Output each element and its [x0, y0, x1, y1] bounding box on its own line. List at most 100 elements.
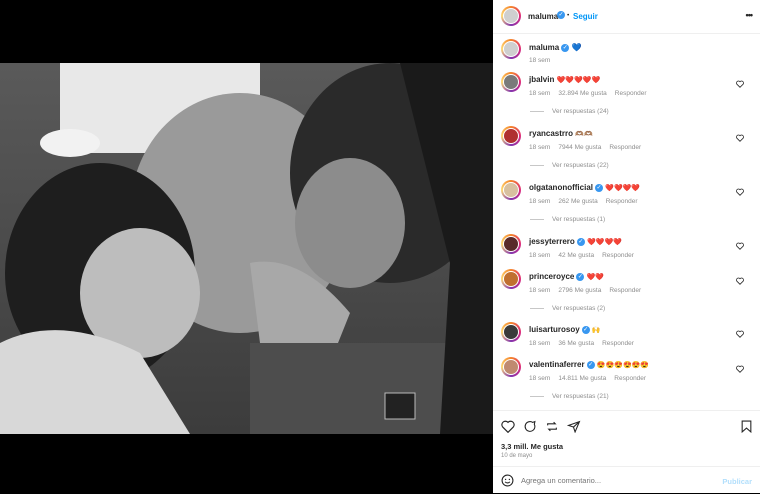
- publish-button[interactable]: Publicar: [722, 477, 752, 486]
- verified-badge-icon: ✓: [581, 325, 590, 334]
- comment-meta: 18 sem 262 Me gusta Responder: [529, 198, 646, 205]
- comment-body: ❤️❤️: [586, 274, 605, 281]
- repost-icon[interactable]: [545, 420, 559, 433]
- comment-likes[interactable]: 7944 Me gusta: [558, 144, 601, 151]
- reply-button[interactable]: Responder: [606, 198, 638, 205]
- reply-button[interactable]: Responder: [609, 144, 641, 151]
- post-side-panel: maluma ✓ • Seguir ••• maluma ✓ 💙 18 sem j…: [493, 0, 760, 493]
- caption-username[interactable]: maluma: [529, 43, 559, 52]
- dot-separator: •: [567, 12, 570, 19]
- comment-text: luisarturosoy ✓ 🙌: [529, 325, 601, 334]
- caption-emoji: 💙: [571, 43, 582, 52]
- comment-text: jessyterrero ✓ ❤️❤️❤️❤️: [529, 237, 622, 246]
- comment-likes[interactable]: 262 Me gusta: [558, 198, 597, 205]
- author-avatar[interactable]: [501, 6, 521, 26]
- comment-body: ❤️❤️❤️❤️❤️: [556, 77, 601, 84]
- comment-text: jbalvin ❤️❤️❤️❤️❤️: [529, 75, 600, 84]
- follow-button[interactable]: Seguir: [573, 12, 598, 21]
- photo-illustration: [0, 63, 493, 434]
- view-replies-button[interactable]: Ver respuestas (21): [530, 393, 609, 400]
- comment-like-heart-icon[interactable]: [736, 277, 744, 285]
- comment-likes[interactable]: 42 Me gusta: [558, 252, 594, 259]
- comment-meta: 18 sem 14.811 Me gusta Responder: [529, 375, 654, 382]
- comment-time: 18 sem: [529, 198, 551, 205]
- comment-input[interactable]: [521, 474, 701, 487]
- comment-body: ❤️❤️❤️❤️: [605, 185, 641, 192]
- commenter-username[interactable]: jbalvin: [529, 75, 554, 84]
- comment-like-heart-icon[interactable]: [736, 80, 744, 88]
- comment-likes[interactable]: 14.811 Me gusta: [558, 375, 606, 382]
- comment-meta: 18 sem 32.894 Me gusta Responder: [529, 90, 655, 97]
- commenter-username[interactable]: princeroyce: [529, 272, 574, 281]
- reply-button[interactable]: Responder: [602, 252, 634, 259]
- commenter-username[interactable]: valentinaferrer: [529, 360, 585, 369]
- author-username[interactable]: maluma: [528, 12, 558, 21]
- comment-text: valentinaferrer ✓ 😍😍😍😍😍😍: [529, 360, 649, 369]
- view-replies-button[interactable]: Ver respuestas (24): [530, 108, 609, 115]
- comment-likes[interactable]: 36 Me gusta: [558, 340, 594, 347]
- comment-like-heart-icon[interactable]: [736, 365, 744, 373]
- comment-body: 🙌: [591, 327, 601, 334]
- reply-button[interactable]: Responder: [602, 340, 634, 347]
- comment-bubble-icon[interactable]: [523, 420, 537, 433]
- commenter-avatar[interactable]: [501, 180, 521, 200]
- commenter-avatar[interactable]: [501, 126, 521, 146]
- verified-badge-icon: ✓: [595, 183, 603, 192]
- comment-time: 18 sem: [529, 340, 551, 347]
- post-header: maluma ✓ • Seguir •••: [493, 0, 760, 34]
- add-comment-bar: Publicar: [493, 466, 760, 494]
- caption-avatar[interactable]: [501, 39, 521, 59]
- comment-meta: 18 sem 7944 Me gusta Responder: [529, 144, 649, 151]
- commenter-username[interactable]: olgatanonofficial: [529, 183, 593, 192]
- comment-like-heart-icon[interactable]: [736, 242, 744, 250]
- comment-body: ❤️❤️❤️❤️: [587, 239, 622, 246]
- save-bookmark-icon[interactable]: [741, 420, 752, 433]
- comment-body: 😍😍😍😍😍😍: [596, 362, 650, 369]
- verified-badge-icon: ✓: [586, 360, 595, 369]
- caption-text: maluma ✓ 💙: [529, 43, 581, 52]
- commenter-username[interactable]: ryancastrro: [529, 129, 573, 138]
- comment-time: 18 sem: [529, 375, 551, 382]
- verified-badge-icon: ✓: [557, 11, 565, 19]
- comment-like-heart-icon[interactable]: [736, 330, 744, 338]
- view-replies-button[interactable]: Ver respuestas (22): [530, 162, 609, 169]
- reply-button[interactable]: Responder: [615, 90, 647, 97]
- commenter-username[interactable]: jessyterrero: [529, 237, 575, 246]
- reply-button[interactable]: Responder: [614, 375, 646, 382]
- caption-time: 18 sem: [529, 57, 551, 64]
- comment-like-heart-icon[interactable]: [736, 134, 744, 142]
- post-actions: 3,3 mill. Me gusta 10 de mayo: [493, 410, 760, 466]
- emoji-picker-icon[interactable]: [501, 474, 514, 487]
- comment-likes[interactable]: 32.894 Me gusta: [558, 90, 606, 97]
- comment-meta: 18 sem 42 Me gusta Responder: [529, 252, 642, 259]
- post-date: 10 de mayo: [501, 453, 533, 459]
- commenter-avatar[interactable]: [501, 269, 521, 289]
- more-options-icon[interactable]: •••: [746, 10, 754, 20]
- comment-likes[interactable]: 2796 Me gusta: [558, 287, 601, 294]
- commenter-avatar[interactable]: [501, 72, 521, 92]
- comment-like-heart-icon[interactable]: [736, 188, 744, 196]
- verified-badge-icon: ✓: [561, 43, 570, 52]
- comment-time: 18 sem: [529, 144, 551, 151]
- commenter-avatar[interactable]: [501, 357, 521, 377]
- like-heart-icon[interactable]: [501, 420, 515, 433]
- comment-text: olgatanonofficial ✓ ❤️❤️❤️❤️: [529, 183, 640, 192]
- comment-time: 18 sem: [529, 287, 551, 294]
- commenter-avatar[interactable]: [501, 234, 521, 254]
- view-replies-button[interactable]: Ver respuestas (1): [530, 216, 605, 223]
- comment-meta: 18 sem 2796 Me gusta Responder: [529, 287, 649, 294]
- likes-count[interactable]: 3,3 mill. Me gusta: [501, 442, 563, 451]
- post-media-area: [0, 0, 493, 493]
- share-send-icon[interactable]: [567, 420, 581, 433]
- verified-badge-icon: ✓: [576, 272, 585, 281]
- comment-text: princeroyce ✓ ❤️❤️: [529, 272, 604, 281]
- comment-time: 18 sem: [529, 252, 551, 259]
- comment-meta: 18 sem 36 Me gusta Responder: [529, 340, 642, 347]
- reply-button[interactable]: Responder: [609, 287, 641, 294]
- verified-badge-icon: ✓: [576, 237, 585, 246]
- post-photo[interactable]: [0, 63, 493, 434]
- comment-time: 18 sem: [529, 90, 551, 97]
- commenter-username[interactable]: luisarturosoy: [529, 325, 580, 334]
- view-replies-button[interactable]: Ver respuestas (2): [530, 305, 605, 312]
- commenter-avatar[interactable]: [501, 322, 521, 342]
